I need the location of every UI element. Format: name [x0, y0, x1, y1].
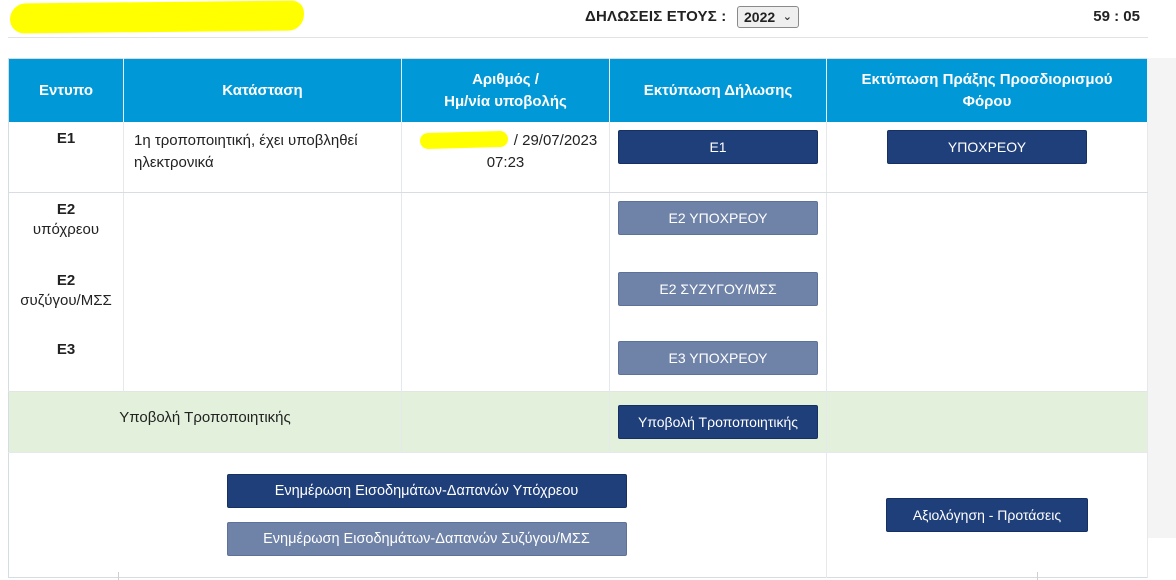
status-e1: 1η τροποποιητική, έχει υποβληθεί ηλεκτρο… [123, 122, 402, 193]
status-e2-spouse [123, 264, 402, 335]
year-label: ΔΗΛΩΣΕΙΣ ΕΤΟΥΣ : [585, 8, 727, 25]
submit-amendment-label: Υποβολή Τροποποιητικής [8, 391, 402, 453]
header-number-line1: Αριθμός / [472, 70, 539, 88]
form-code-e2-obliged: Ε2 υπόχρεου [8, 192, 124, 264]
form-code-e2-spouse: Ε2 συζύγου/ΜΣΣ [8, 264, 124, 335]
header-number-date: Αριθμός / Ημ/νία υποβολής [401, 58, 610, 122]
form-sub-e2-obliged: υπόχρεου [32, 221, 100, 238]
year-select-value: 2022 [744, 9, 776, 25]
header-form: Εντυπο [8, 58, 124, 122]
update-income-expenses-obliged-button[interactable]: Ενημέρωση Εισοδημάτων-Δαπανών Υπόχρεου [226, 474, 627, 508]
right-margin-shade [1148, 58, 1176, 538]
print-cell-e2-spouse: Ε2 ΣΥΖΥΓΟΥ/ΜΣΣ [609, 264, 827, 335]
submission-e3 [401, 335, 610, 392]
header-print-act-line1: Εκτύπωση Πράξης Προσδιορισμού [861, 70, 1113, 88]
bottom-divider-right [1037, 572, 1038, 580]
divider [8, 37, 1148, 38]
submit-amendment-button[interactable]: Υποβολή Τροποποιητικής [618, 405, 818, 439]
print-cell-e2-obliged: Ε2 ΥΠΟΧΡΕΟΥ [609, 192, 827, 264]
update-actions-cell: Ενημέρωση Εισοδημάτων-Δαπανών Υπόχρεου Ε… [8, 452, 827, 578]
session-timer: 59 : 05 [1093, 8, 1140, 25]
status-e3 [123, 335, 402, 392]
status-e1-line2: ηλεκτρονικά [134, 154, 214, 171]
submission-e2-obliged [401, 192, 610, 264]
print-e2-spouse-button[interactable]: Ε2 ΣΥΖΥΓΟΥ/ΜΣΣ [618, 272, 818, 306]
act-cell-e1: ΥΠΟΧΡΕΟΥ [826, 122, 1148, 193]
declarations-table: Εντυπο Κατάσταση Αριθμός / Ημ/νία υποβολ… [8, 58, 1148, 578]
table-row-e3: Ε3 Ε3 ΥΠΟΧΡΕΟΥ [8, 335, 1148, 392]
table-header-row: Εντυπο Κατάσταση Αριθμός / Ημ/νία υποβολ… [8, 58, 1148, 122]
print-act-obliged-button[interactable]: ΥΠΟΧΡΕΟΥ [887, 130, 1087, 164]
act-cell-e2-obliged [826, 192, 1148, 264]
submission-e2-spouse [401, 264, 610, 335]
header-status: Κατάσταση [123, 58, 402, 122]
update-income-expenses-spouse-button[interactable]: Ενημέρωση Εισοδημάτων-Δαπανών Συζύγου/ΜΣ… [226, 522, 627, 556]
submit-cell: Υποβολή Τροποποιητικής [609, 391, 827, 453]
redacted-taxpayer-name [9, 0, 305, 34]
bottom-divider-left [118, 572, 119, 580]
submission-e1: / 29/07/2023 07:23 [401, 122, 610, 193]
act-cell-e2-spouse [826, 264, 1148, 335]
form-code-e3: Ε3 [8, 335, 124, 392]
evaluation-suggestions-button[interactable]: Αξιολόγηση - Προτάσεις [886, 498, 1088, 532]
year-select[interactable]: 2022 ⌄ [737, 6, 799, 28]
redacted-submission-number [419, 130, 509, 150]
print-e2-obliged-button[interactable]: Ε2 ΥΠΟΧΡΕΟΥ [618, 201, 818, 235]
status-e2-obliged [123, 192, 402, 264]
table-row-submit-amendment: Υποβολή Τροποποιητικής Υποβολή Τροποποιη… [8, 391, 1148, 453]
act-cell-e3 [826, 335, 1148, 392]
header-number-line2: Ημ/νία υποβολής [444, 92, 567, 110]
header-print-act-line2: Φόρου [962, 92, 1012, 110]
evaluation-cell: Αξιολόγηση - Προτάσεις [826, 452, 1148, 578]
top-bar: ΔΗΛΩΣΕΙΣ ΕΤΟΥΣ : 2022 ⌄ 59 : 05 [0, 0, 1176, 38]
header-print-tax-act: Εκτύπωση Πράξης Προσδιορισμού Φόρου [826, 58, 1148, 122]
table-row-e2-spouse: Ε2 συζύγου/ΜΣΣ Ε2 ΣΥΖΥΓΟΥ/ΜΣΣ [8, 264, 1148, 335]
print-e3-button[interactable]: Ε3 ΥΠΟΧΡΕΟΥ [618, 341, 818, 375]
header-print-declaration: Εκτύπωση Δήλωσης [609, 58, 827, 122]
form-code-e1: Ε1 [8, 122, 124, 193]
submit-row-empty-right [826, 391, 1148, 453]
table-row-e1: Ε1 1η τροποποιητική, έχει υποβληθεί ηλεκ… [8, 122, 1148, 193]
print-e1-button[interactable]: Ε1 [618, 130, 818, 164]
table-row-e2-obliged: Ε2 υπόχρεου Ε2 ΥΠΟΧΡΕΟΥ [8, 192, 1148, 264]
print-cell-e1: Ε1 [609, 122, 827, 193]
form-sub-e2-spouse: συζύγου/ΜΣΣ [20, 292, 112, 309]
submission-time-e1: 07:23 [486, 154, 525, 171]
print-cell-e3: Ε3 ΥΠΟΧΡΕΟΥ [609, 335, 827, 392]
status-e1-line1: 1η τροποποιητική, έχει υποβληθεί [134, 132, 358, 149]
table-row-actions: Ενημέρωση Εισοδημάτων-Δαπανών Υπόχρεου Ε… [8, 452, 1148, 578]
submit-row-empty [401, 391, 610, 453]
chevron-down-icon: ⌄ [782, 11, 792, 23]
